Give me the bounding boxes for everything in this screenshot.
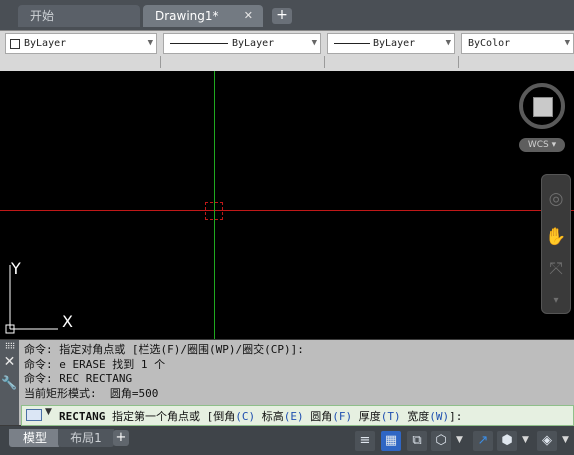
- status-bar: 模型 布局1 + ≡ ▦ ⧉ ⬡ ▼ ↗ ⬢ ▼ ◈ ▼: [0, 426, 574, 455]
- document-tab-bar: 开始 Drawing1* ✕ +: [0, 0, 574, 30]
- wcs-label: WCS: [527, 140, 549, 150]
- option-chamfer[interactable]: 倒角(C): [213, 410, 255, 423]
- chevron-down-icon: ▼: [564, 38, 570, 48]
- history-line: 命令: 指定对角点或 [栏选(F)/圈围(WP)/圈交(CP)]:: [24, 343, 304, 356]
- history-line: 命令: e ERASE 找到 1 个: [24, 357, 166, 371]
- divider: [324, 56, 325, 68]
- cursor-pickbox: [205, 202, 223, 220]
- lineweight-value: ByLayer: [373, 38, 416, 49]
- linetype-dropdown[interactable]: ByLayer ▼: [163, 33, 321, 54]
- lineweight-dropdown[interactable]: ByLayer ▼: [327, 33, 455, 54]
- option-thickness[interactable]: 厚度(T): [359, 410, 401, 423]
- isometric-icon[interactable]: ⬢: [497, 431, 517, 451]
- ucs-y-label: Y: [10, 259, 21, 278]
- command-history: 命令: 指定对角点或 [栏选(F)/圈围(WP)/圈交(CP)]: 命令: e E…: [24, 343, 304, 401]
- steering-wheel-icon[interactable]: ◎: [542, 189, 570, 209]
- chevron-down-icon: ▼: [147, 38, 153, 48]
- command-tool-icon[interactable]: [26, 409, 42, 421]
- tab-drawing1[interactable]: Drawing1* ✕: [143, 5, 263, 27]
- chevron-down-icon[interactable]: ▼: [45, 407, 52, 417]
- tab-model[interactable]: 模型: [9, 429, 61, 447]
- properties-toolbar: ByLayer ▼ ByLayer ▼ ByLayer ▼ ByColor ▼: [0, 30, 574, 72]
- menu-lines-icon[interactable]: ≡: [355, 431, 375, 451]
- add-layout-button[interactable]: +: [113, 430, 129, 446]
- tab-drawing1-label: Drawing1*: [155, 9, 219, 23]
- orbit-icon[interactable]: ▾: [542, 295, 570, 306]
- tab-start[interactable]: 开始: [18, 5, 140, 27]
- grip-icon[interactable]: ⠿⠿: [0, 342, 19, 351]
- plotstyle-value: ByColor: [468, 38, 511, 49]
- option-fillet[interactable]: 圆角(F): [310, 410, 352, 423]
- option-width[interactable]: 宽度(W): [407, 410, 449, 423]
- linetype-value: ByLayer: [232, 38, 275, 49]
- 3d-box-icon[interactable]: ⬡: [431, 431, 451, 451]
- snap-icon[interactable]: ⧉: [407, 431, 427, 451]
- crosshair-horizontal: [0, 210, 574, 211]
- wcs-menu[interactable]: WCS ▾: [519, 138, 565, 152]
- chevron-down-icon[interactable]: ▼: [522, 435, 529, 445]
- customize-wrench-icon[interactable]: 🔧: [0, 376, 19, 391]
- chevron-down-icon: ▼: [311, 38, 317, 48]
- viewcube-icon[interactable]: [533, 97, 553, 117]
- ucs-icon: Y X: [5, 259, 73, 334]
- color-dropdown[interactable]: ByLayer ▼: [5, 33, 157, 54]
- tab-layout1[interactable]: 布局1: [58, 429, 114, 447]
- command-window-sidebar: ⠿⠿ ✕ 🔧: [0, 340, 19, 425]
- chevron-down-icon: ▼: [445, 38, 451, 48]
- navigation-bar: ◎ ✋ ⤧ ▾: [541, 174, 571, 314]
- drawing-canvas[interactable]: Y X WCS ▾ ◎ ✋ ⤧ ▾: [0, 71, 574, 339]
- zoom-extents-icon[interactable]: ⤧: [542, 259, 570, 279]
- plotstyle-dropdown[interactable]: ByColor ▼: [461, 33, 574, 54]
- lineweight-preview-icon: [334, 43, 370, 44]
- chevron-down-icon[interactable]: ▼: [456, 435, 463, 445]
- pan-hand-icon[interactable]: ✋: [542, 227, 570, 247]
- color-value: ByLayer: [24, 38, 67, 49]
- linetype-preview-icon: [170, 43, 228, 44]
- tab-start-label: 开始: [30, 9, 55, 23]
- close-icon[interactable]: ✕: [244, 5, 253, 27]
- command-prompt: RECTANG 指定第一个角点或 [倒角(C) 标高(E) 圆角(F) 厚度(T…: [59, 408, 462, 424]
- prompt-text: 指定第一个角点或 [: [111, 410, 214, 423]
- chevron-down-icon[interactable]: ▼: [562, 435, 569, 445]
- divider: [458, 56, 459, 68]
- new-tab-button[interactable]: +: [272, 8, 292, 24]
- option-elevation[interactable]: 标高(E): [262, 410, 304, 423]
- ucs-x-label: X: [62, 312, 73, 331]
- grid-icon[interactable]: ▦: [381, 431, 401, 451]
- history-line: 命令: REC RECTANG: [24, 372, 133, 385]
- prompt-command-name: RECTANG: [59, 410, 106, 423]
- close-icon[interactable]: ✕: [0, 354, 19, 370]
- color-swatch-icon: [10, 39, 20, 49]
- prompt-end: ]:: [449, 410, 463, 423]
- command-input-line[interactable]: ▼ RECTANG 指定第一个角点或 [倒角(C) 标高(E) 圆角(F) 厚度…: [21, 405, 574, 426]
- object-snap-icon[interactable]: ◈: [537, 431, 557, 451]
- history-line: 当前矩形模式: 圆角=500: [24, 386, 159, 400]
- viewcube-compass[interactable]: [519, 83, 565, 129]
- ortho-icon[interactable]: ↗: [473, 431, 493, 451]
- divider: [160, 56, 161, 68]
